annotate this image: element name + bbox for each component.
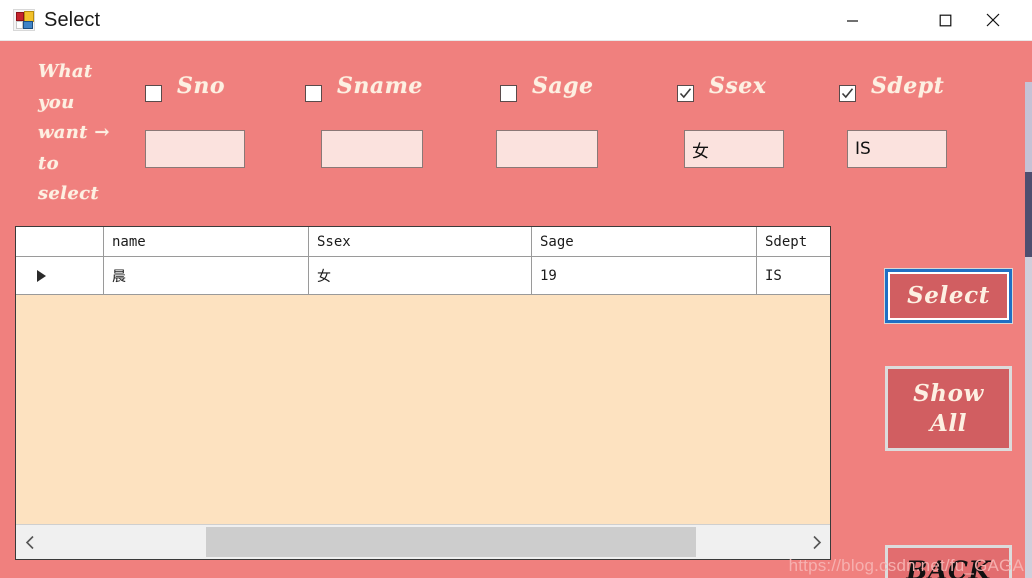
checkbox-label-sage: Sage [532,73,594,99]
select-button[interactable]: Select [884,268,1013,324]
input-sage[interactable] [496,130,598,168]
grid-header-ssex[interactable]: Ssex [309,227,532,256]
scroll-left-button[interactable] [16,525,44,559]
window-edge-scrollbar-sliver[interactable] [1025,82,1032,578]
grid-header-row: name Ssex Sage Sdept [16,227,830,257]
cell-sdept[interactable]: IS [757,257,830,294]
minimize-button[interactable] [829,0,875,40]
grid-header-rowselector [16,227,104,256]
checkbox-sdept[interactable] [839,85,856,102]
cell-sage[interactable]: 19 [532,257,757,294]
checkbox-ssex[interactable] [677,85,694,102]
checkbox-label-ssex: Ssex [709,73,767,99]
application-window: Select What you want → to select Sno Sna… [0,0,1032,578]
chevron-right-icon [812,535,821,549]
checkbox-sage[interactable] [500,85,517,102]
form-body: What you want → to select Sno Sname Sage [0,41,1032,578]
table-row[interactable]: 晨 女 19 IS [16,257,830,295]
row-selector-cell[interactable] [16,257,104,294]
maximize-button[interactable] [922,0,968,40]
checkbox-sname[interactable] [305,85,322,102]
winforms-app-icon [13,9,35,31]
checkbox-label-sno: Sno [177,73,226,99]
grid-header-sname[interactable]: name [104,227,309,256]
input-ssex[interactable] [684,130,784,168]
close-icon [986,13,1000,27]
grid-horizontal-scrollbar[interactable] [16,524,830,559]
scroll-right-button[interactable] [802,525,830,559]
title-bar: Select [0,0,1032,41]
maximize-icon [939,14,951,26]
checkmark-icon [679,88,692,99]
grid-header-sdept[interactable]: Sdept [757,227,830,256]
show-all-button[interactable]: Show All [885,366,1012,451]
input-sno[interactable] [145,130,245,168]
input-sname[interactable] [321,130,423,168]
row-selector-triangle-icon [37,269,46,282]
prompt-label: What you want → to select [38,61,110,204]
input-sdept[interactable] [847,130,947,168]
grid-empty-area [16,296,830,525]
checkmark-icon [841,88,854,99]
checkbox-label-sname: Sname [337,73,423,99]
data-grid[interactable]: name Ssex Sage Sdept 晨 女 19 IS [15,226,831,560]
window-title: Select [44,9,101,31]
chevron-left-icon [25,535,34,549]
scrollbar-thumb[interactable] [206,527,696,557]
cell-ssex[interactable]: 女 [309,257,532,294]
watermark-text: https://blog.csdn.net/fu_GAGA [788,556,1024,575]
minimize-icon [846,19,858,22]
grid-header-sage[interactable]: Sage [532,227,757,256]
checkbox-label-sdept: Sdept [871,73,945,99]
cell-sname[interactable]: 晨 [104,257,309,294]
close-button[interactable] [970,0,1016,40]
checkbox-sno[interactable] [145,85,162,102]
